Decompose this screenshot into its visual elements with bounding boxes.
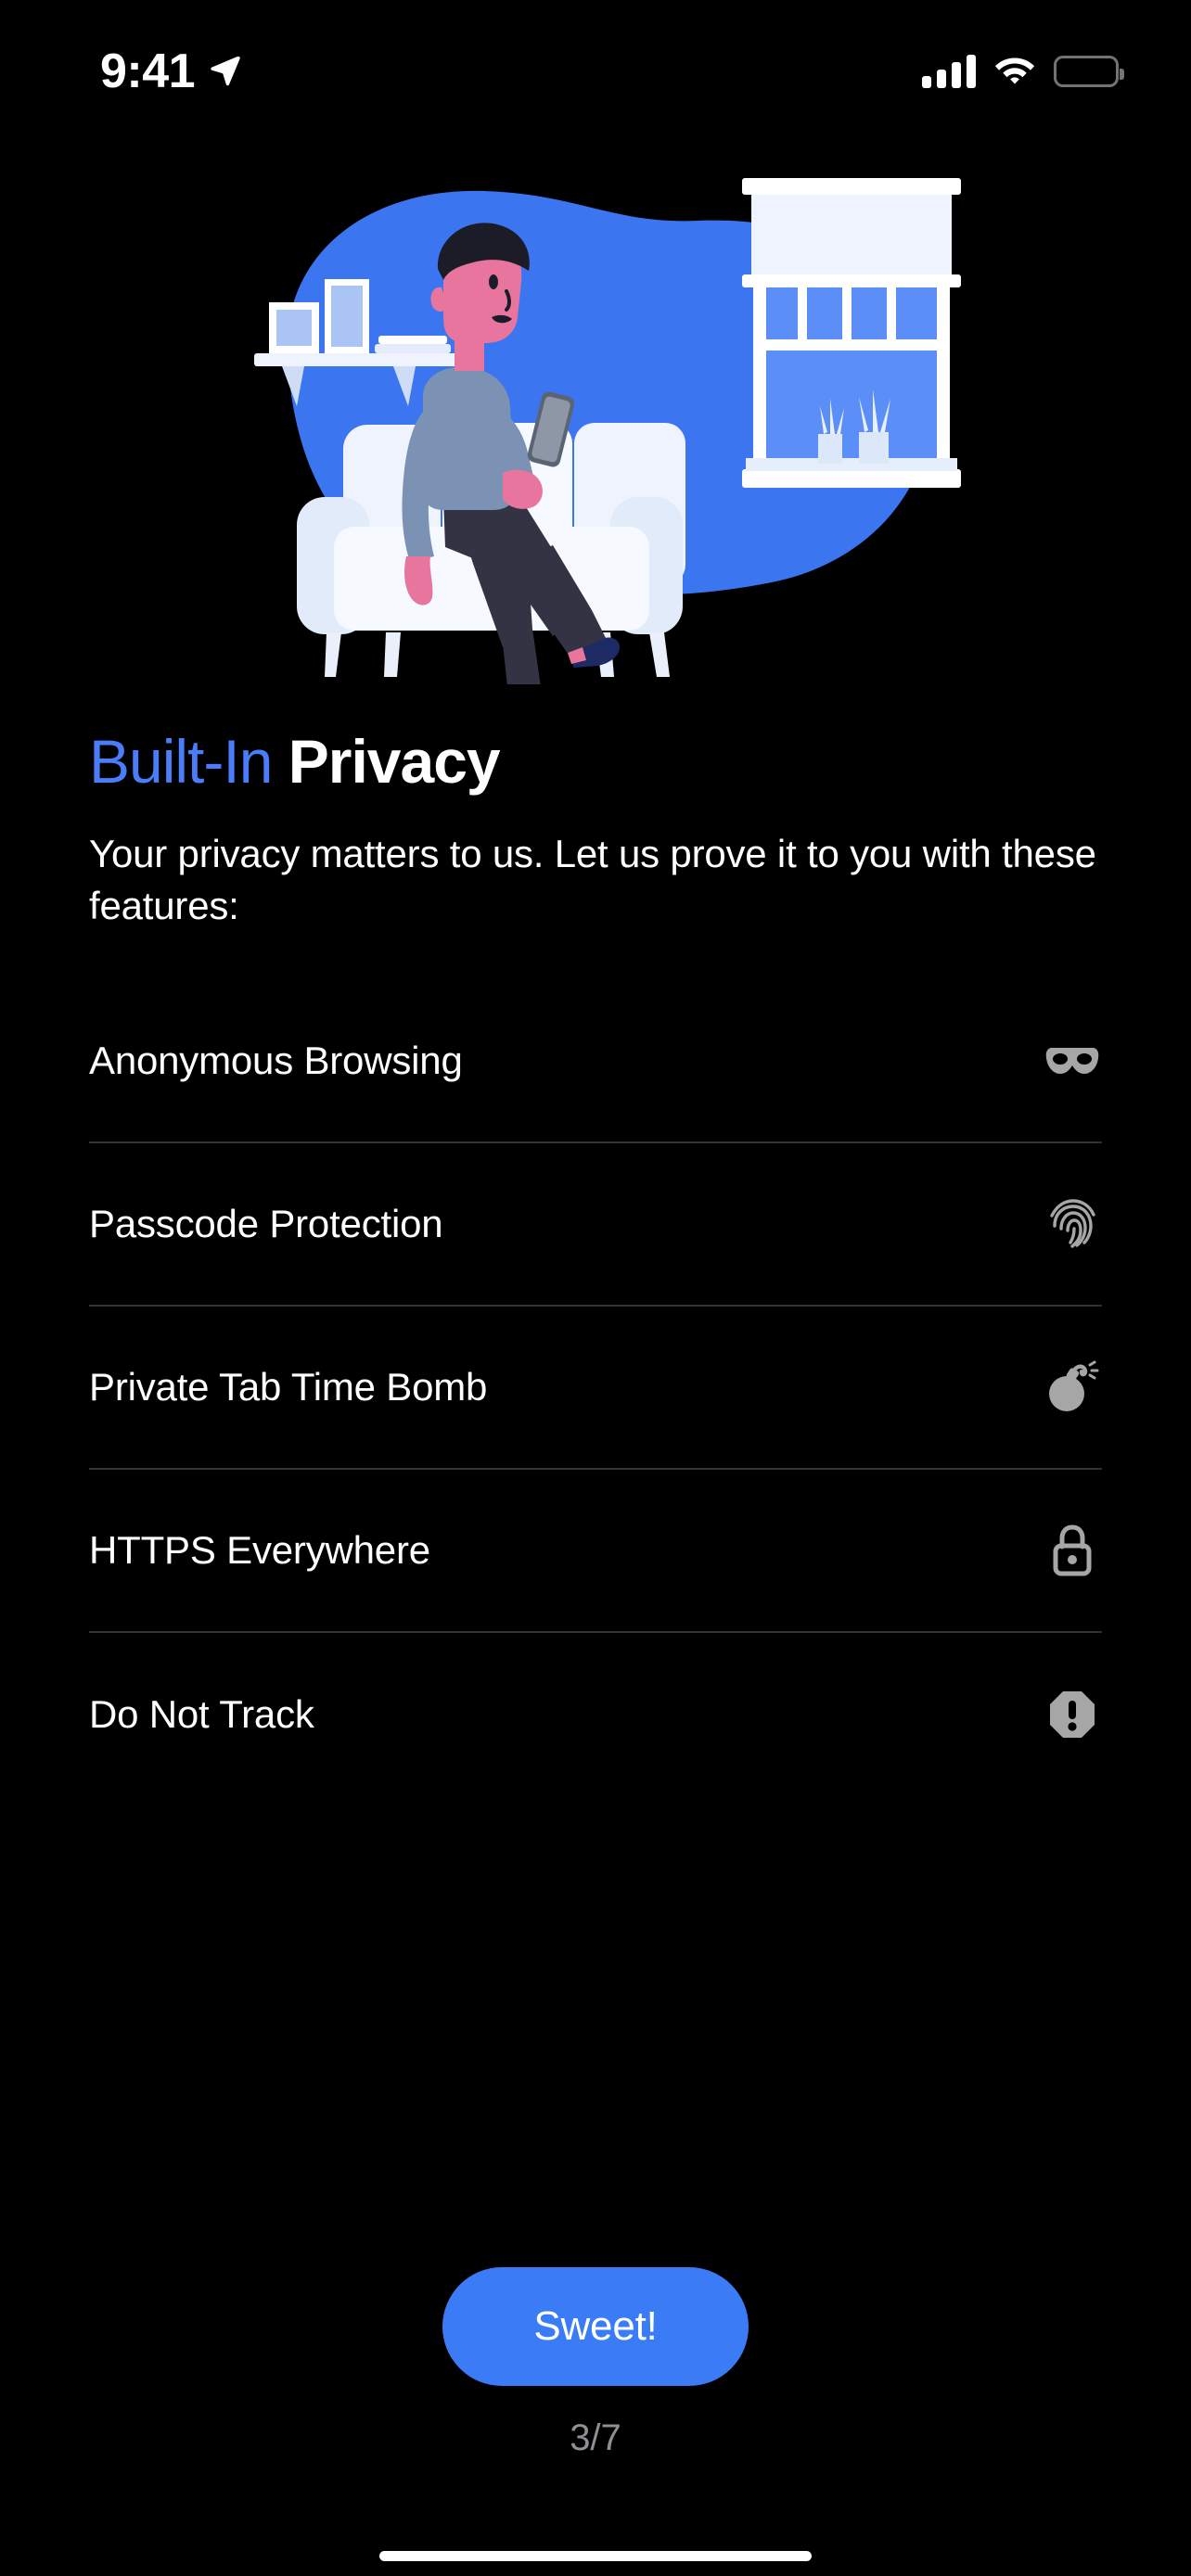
location-arrow-icon (208, 53, 241, 91)
feature-row[interactable]: Anonymous Browsing (89, 980, 1102, 1143)
window (742, 178, 961, 488)
feature-label: Passcode Protection (89, 1201, 443, 1245)
lock-icon (1043, 1521, 1102, 1580)
status-bar-left: 9:41 (100, 47, 241, 96)
page-indicator: 3/7 (570, 2417, 621, 2458)
footer: Sweet! 3/7 (0, 2267, 1191, 2576)
hero-illustration (0, 119, 1191, 694)
feature-list: Anonymous Browsing Passcode Protection P… (89, 980, 1102, 1796)
status-bar-right (922, 54, 1124, 90)
mask-icon (1043, 1031, 1102, 1090)
feature-row[interactable]: Private Tab Time Bomb (89, 1307, 1102, 1470)
fingerprint-icon (1043, 1194, 1102, 1254)
cellular-signal-icon (922, 55, 976, 88)
feature-row[interactable]: HTTPS Everywhere (89, 1470, 1102, 1633)
wifi-icon (994, 54, 1035, 90)
status-bar: 9:41 (0, 0, 1191, 109)
home-indicator-bar[interactable] (379, 2550, 812, 2561)
page-title: Built-In Privacy (89, 727, 1102, 796)
home-indicator-area (0, 2535, 1191, 2576)
onboarding-screen: 9:41 Built-In Privacy Your privacy matte… (0, 0, 1191, 2576)
page-subtitle: Your privacy matters to us. Let us prove… (89, 832, 1096, 928)
stop-exclamation-icon (1043, 1685, 1102, 1744)
feature-row[interactable]: Do Not Track (89, 1633, 1102, 1796)
page-title-bold: Privacy (288, 727, 501, 796)
bomb-icon (1043, 1358, 1102, 1417)
feature-label: Anonymous Browsing (89, 1038, 463, 1082)
continue-button[interactable]: Sweet! (442, 2267, 749, 2386)
feature-label: Private Tab Time Bomb (89, 1364, 488, 1409)
feature-row[interactable]: Passcode Protection (89, 1143, 1102, 1307)
person-on-sofa-using-phone-illustration (254, 178, 961, 684)
content-area: Built-In Privacy Your privacy matters to… (0, 694, 1191, 1796)
flex-spacer (0, 1796, 1191, 2267)
page-title-light: Built-In (89, 727, 273, 796)
eye (489, 274, 498, 289)
feature-label: HTTPS Everywhere (89, 1527, 430, 1572)
status-bar-clock: 9:41 (100, 45, 196, 98)
battery-full-icon (1054, 56, 1124, 87)
feature-label: Do Not Track (89, 1691, 314, 1736)
